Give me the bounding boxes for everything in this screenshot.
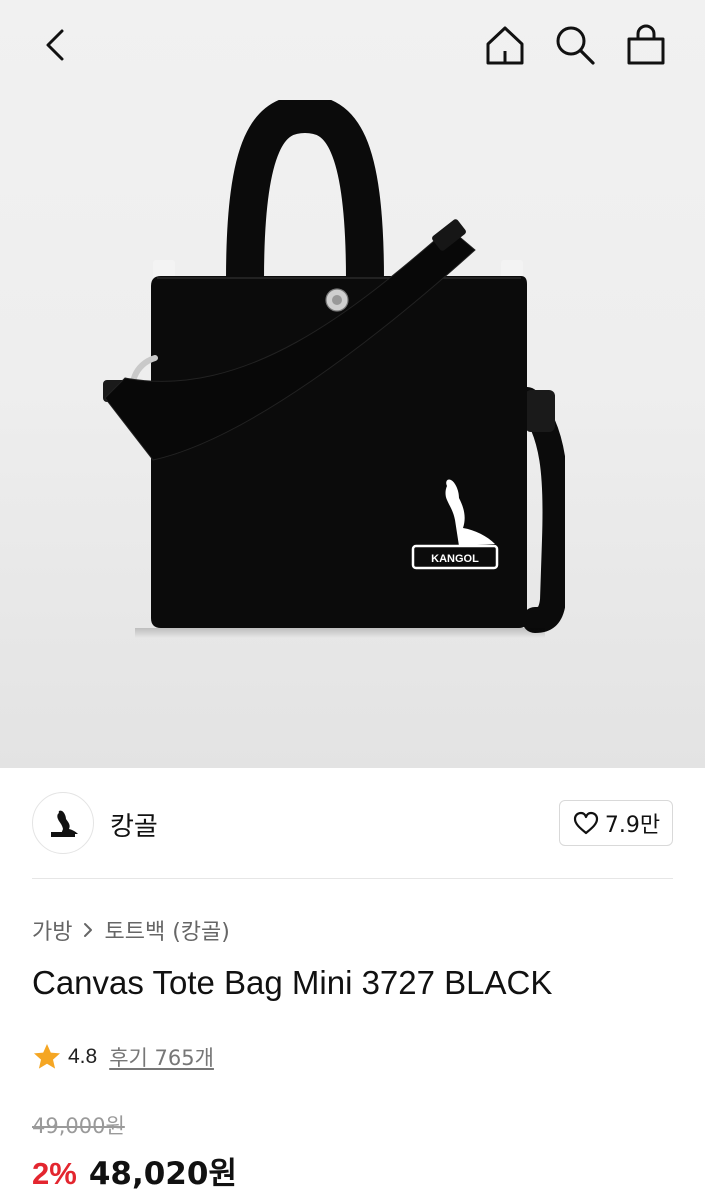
product-hero: KANGOL	[0, 0, 705, 768]
like-button[interactable]: 7.9만	[559, 800, 673, 846]
back-button[interactable]	[30, 20, 80, 70]
home-icon	[486, 26, 524, 65]
breadcrumb: 가방 토트백 (캉골)	[32, 914, 230, 946]
price-row: 2% 48,020원	[32, 1148, 237, 1193]
like-count: 7.9만	[604, 813, 661, 838]
brand-name[interactable]: 캉골	[110, 806, 158, 843]
kangaroo-logo-icon	[51, 810, 78, 837]
shopping-bag-icon	[627, 24, 665, 65]
review-count-link[interactable]: 후기 765개	[109, 1042, 214, 1072]
heart-icon	[573, 811, 598, 835]
rating-row: 4.8 후기 765개	[32, 1040, 214, 1074]
search-button[interactable]	[550, 20, 600, 70]
original-price: 49,000원	[32, 1114, 125, 1138]
top-navigation-bar	[0, 0, 705, 92]
home-button[interactable]	[480, 20, 530, 70]
rating-value: 4.8	[68, 1045, 98, 1068]
product-title: Canvas Tote Bag Mini 3727 BLACK	[32, 964, 553, 1001]
cart-button[interactable]	[621, 20, 671, 70]
kangol-logo-text: KANGOL	[431, 553, 479, 565]
chevron-right-icon	[82, 921, 94, 939]
breadcrumb-item-tote[interactable]: 토트백 (캉골)	[104, 914, 229, 946]
brand-logo[interactable]	[32, 792, 94, 854]
chevron-left-icon	[46, 29, 64, 61]
breadcrumb-item-bag[interactable]: 가방	[32, 914, 72, 946]
search-icon	[556, 26, 595, 65]
discount-rate: 2%	[32, 1156, 77, 1191]
sale-price: 48,020원	[88, 1156, 237, 1192]
product-image[interactable]: KANGOL	[95, 100, 565, 640]
brand-row: 캉골 7.9만	[0, 768, 705, 878]
star-icon	[34, 1044, 60, 1069]
divider	[32, 878, 673, 879]
